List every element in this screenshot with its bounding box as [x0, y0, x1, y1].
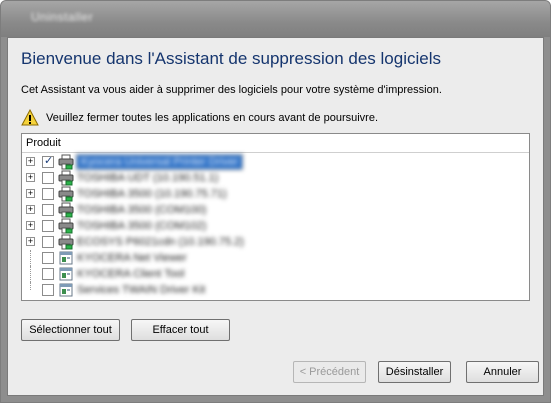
warning-icon: [21, 109, 39, 126]
item-label: TOSHIBA 3500 (COM102): [77, 220, 207, 232]
expand-icon[interactable]: +: [26, 205, 35, 214]
expand-icon[interactable]: +: [26, 189, 35, 198]
list-item[interactable]: KYOCERA Client Tool: [22, 266, 527, 282]
tree-line: [30, 266, 31, 282]
item-label: KYOCERA Net Viewer: [77, 252, 187, 264]
item-checkbox[interactable]: [42, 284, 54, 296]
warning-text: Veuillez fermer toutes les applications …: [46, 112, 379, 124]
item-label: TOSHIBA UDT (10.190.51.1): [77, 172, 219, 184]
item-label: KYOCERA Client Tool: [77, 268, 185, 280]
item-label: TOSHIBA 3500 (10.190.75.71): [77, 188, 227, 200]
printer-icon: [58, 202, 74, 218]
expand-icon[interactable]: +: [26, 237, 35, 246]
list-item[interactable]: + Kyocera Universal Printer Driver: [22, 154, 527, 170]
item-label: ECOSYS P6021cdn (10.190.75.2): [77, 236, 244, 248]
title-bar[interactable]: Uninstaller: [1, 1, 550, 37]
list-item[interactable]: + TOSHIBA UDT (10.190.51.1): [22, 170, 527, 186]
app-window-icon: [59, 251, 73, 265]
printer-icon: [58, 234, 74, 250]
uninstall-button[interactable]: Désinstaller: [378, 361, 451, 383]
item-checkbox[interactable]: [42, 154, 54, 168]
app-window-icon: [59, 267, 73, 281]
item-checkbox[interactable]: [42, 204, 54, 216]
item-checkbox[interactable]: [42, 172, 54, 184]
column-header-product[interactable]: Produit: [22, 134, 529, 153]
item-label: Kyocera Universal Printer Driver: [75, 154, 244, 170]
list-item[interactable]: + TOSHIBA 3500 (COM102): [22, 218, 527, 234]
list-item[interactable]: Services TWAIN Driver Kit: [22, 282, 527, 298]
wizard-content: Bienvenue dans l'Assistant de suppressio…: [7, 37, 544, 396]
printer-icon: [58, 170, 74, 186]
item-label: Services TWAIN Driver Kit: [77, 284, 206, 296]
list-item[interactable]: + TOSHIBA 3500 (10.190.75.71): [22, 186, 527, 202]
window-title: Uninstaller: [31, 10, 94, 24]
app-window-icon: [59, 283, 73, 297]
uninstaller-window: Uninstaller Bienvenue dans l'Assistant d…: [0, 0, 551, 403]
printer-icon: [58, 186, 74, 202]
expand-icon[interactable]: +: [26, 157, 35, 166]
list-item[interactable]: + TOSHIBA 3500 (COM100): [22, 202, 527, 218]
tree-line: [30, 250, 31, 266]
clear-all-button[interactable]: Effacer tout: [131, 319, 230, 341]
item-label: TOSHIBA 3500 (COM100): [77, 204, 207, 216]
cancel-button[interactable]: Annuler: [466, 361, 539, 383]
expand-icon[interactable]: +: [26, 221, 35, 230]
tree-line: [30, 282, 31, 290]
intro-text: Cet Assistant va vous aider à supprimer …: [21, 84, 442, 96]
printer-icon: [58, 218, 74, 234]
item-checkbox[interactable]: [42, 252, 54, 264]
list-item[interactable]: + ECOSYS P6021cdn (10.190.75.2): [22, 234, 527, 250]
previous-button[interactable]: < Précédent: [293, 361, 366, 383]
item-checkbox[interactable]: [42, 220, 54, 232]
item-checkbox[interactable]: [42, 188, 54, 200]
expand-icon[interactable]: +: [26, 173, 35, 182]
product-list[interactable]: Produit + Kyocera Universal Printer Drive…: [21, 133, 530, 301]
page-title: Bienvenue dans l'Assistant de suppressio…: [21, 49, 441, 68]
select-all-button[interactable]: Sélectionner tout: [21, 319, 120, 341]
printer-icon: [58, 154, 74, 170]
list-item[interactable]: KYOCERA Net Viewer: [22, 250, 527, 266]
item-checkbox[interactable]: [42, 236, 54, 248]
item-checkbox[interactable]: [42, 268, 54, 280]
